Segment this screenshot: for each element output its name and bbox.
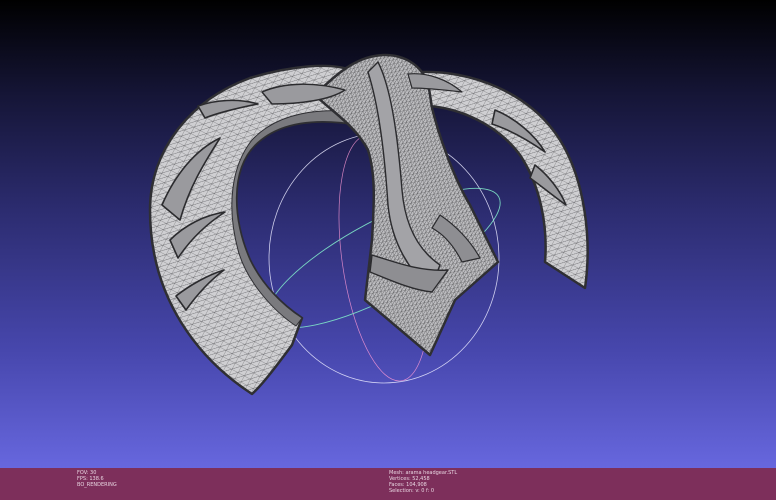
render-mode-label: BO_RENDERING bbox=[77, 482, 117, 488]
headgear-mesh[interactable] bbox=[148, 53, 589, 396]
status-bar: FOV: 30 FPS: 138.6 BO_RENDERING Mesh: ar… bbox=[0, 468, 776, 500]
render-canvas[interactable] bbox=[0, 0, 776, 468]
mesh-info-panel: Mesh: arama headgear.STL Vertices: 52,45… bbox=[389, 470, 457, 494]
render-info-panel: FOV: 30 FPS: 138.6 BO_RENDERING bbox=[77, 470, 117, 488]
selection-label: Selection: v: 0 f: 0 bbox=[389, 488, 435, 494]
3d-viewport[interactable] bbox=[0, 0, 776, 468]
